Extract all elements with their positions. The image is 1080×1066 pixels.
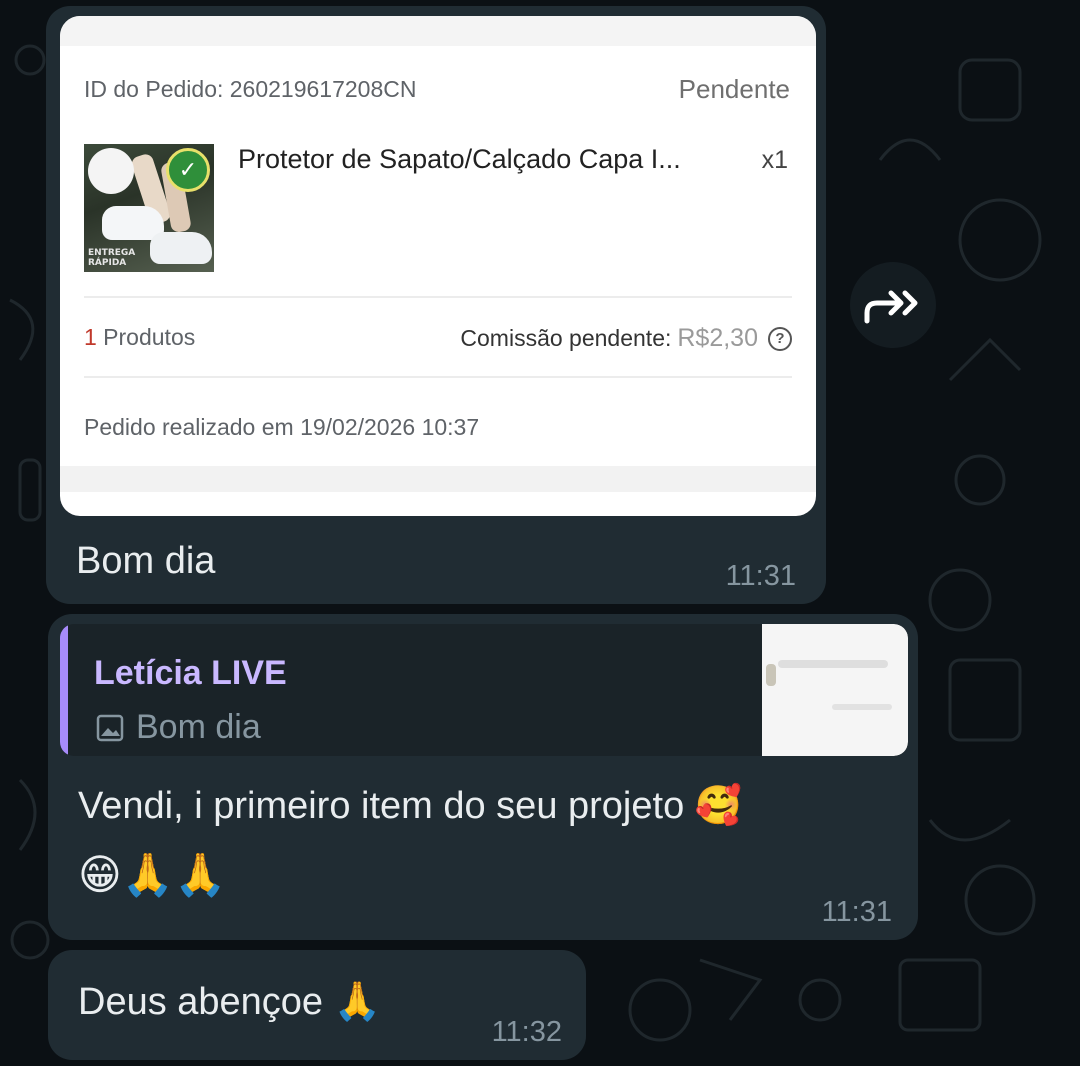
commission-label: Comissão pendente: (460, 325, 672, 351)
check-seal-icon: ✓ (166, 148, 210, 192)
message-text: Bom dia (76, 540, 216, 582)
forward-icon (864, 290, 918, 324)
card-bottom-strip (60, 466, 816, 492)
quote-text: Bom dia (136, 708, 261, 746)
message-bubble-order[interactable]: ID do Pedido: 260219617208CN Pendente ✓ … (46, 6, 826, 604)
order-placed-date: Pedido realizado em 19/02/2026 10:37 (84, 414, 480, 440)
message-emoji-line: 😁🙏🙏 (78, 850, 227, 899)
product-name: Protetor de Sapato/Calçado Capa I... (238, 144, 681, 174)
forward-button[interactable] (850, 262, 936, 348)
quote-thumbnail (762, 624, 908, 756)
divider (84, 296, 792, 298)
message-bubble[interactable]: Deus abençoe 🙏 11:32 (48, 950, 586, 1060)
quote-author: Letícia LIVE (94, 654, 287, 692)
order-screenshot-image[interactable]: ID do Pedido: 260219617208CN Pendente ✓ … (60, 16, 816, 516)
order-status: Pendente (678, 74, 790, 104)
message-text: Deus abençoe 🙏 (78, 981, 381, 1023)
message-timestamp: 11:31 (821, 896, 892, 928)
product-count: 1 Produtos (84, 324, 196, 350)
message-timestamp: 11:31 (725, 560, 796, 592)
product-thumbnail: ✓ ENTREGA RÁPIDA (84, 144, 214, 272)
divider (84, 376, 792, 378)
commission-row: Comissão pendente: R$2,30 ? (460, 324, 792, 353)
help-circle-icon[interactable]: ? (768, 326, 792, 351)
quote-preview: Bom dia (96, 708, 261, 747)
quoted-message[interactable]: Letícia LIVE Bom dia (60, 624, 908, 756)
message-bubble-reply[interactable]: Letícia LIVE Bom dia Vendi, i primeiro i… (48, 614, 918, 940)
message-text: Vendi, i primeiro item do seu projeto 🥰 (78, 785, 743, 827)
commission-value: R$2,30 (677, 324, 758, 352)
message-timestamp: 11:32 (491, 1016, 562, 1048)
image-icon (96, 714, 124, 741)
card-top-strip (60, 16, 816, 46)
product-quantity: x1 (761, 146, 788, 174)
order-id: ID do Pedido: 260219617208CN (84, 76, 417, 102)
thumbnail-tag: ENTREGA RÁPIDA (88, 248, 136, 268)
quote-accent-bar (60, 624, 68, 756)
